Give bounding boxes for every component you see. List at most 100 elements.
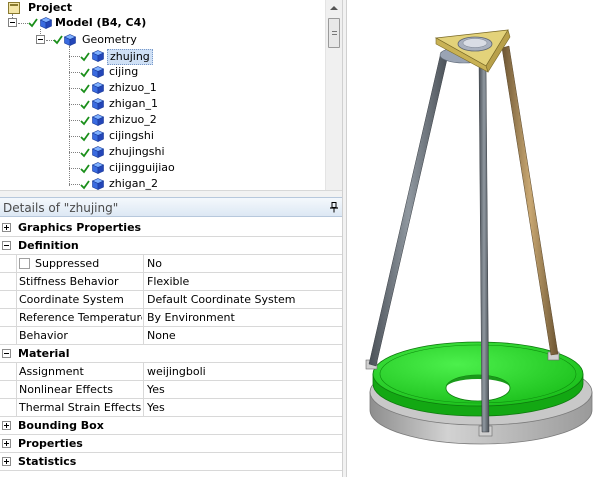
body-cube-icon (92, 66, 104, 78)
suppressed-checkbox[interactable] (19, 258, 30, 269)
geometry-icon (64, 34, 76, 46)
property-name: Thermal Strain Effects (16, 399, 142, 416)
tree-connector (69, 104, 80, 105)
viewport-splitter[interactable] (342, 0, 347, 477)
property-value[interactable]: By Environment (143, 309, 342, 326)
group-bounding-box[interactable]: Bounding Box (0, 417, 342, 435)
ok-check-icon (80, 132, 90, 142)
property-name: Suppressed (16, 255, 142, 272)
property-value[interactable]: Flexible (143, 273, 342, 290)
details-title: Details of "zhujing" (3, 201, 119, 215)
left-strut[interactable] (368, 51, 449, 367)
property-name: Assignment (16, 363, 142, 380)
group-statistics[interactable]: Statistics (0, 453, 342, 471)
group-definition[interactable]: Definition (0, 237, 342, 255)
ok-check-icon (53, 35, 63, 45)
ok-check-icon (28, 18, 38, 28)
body-cube-icon (92, 82, 104, 94)
group-label: Graphics Properties (18, 221, 142, 234)
property-name: Behavior (16, 327, 142, 344)
model-label: Model (B4, C4) (55, 16, 147, 29)
tree-connector (69, 56, 80, 57)
collapse-geometry-icon[interactable] (36, 35, 45, 44)
property-value[interactable]: Default Coordinate System (143, 291, 342, 308)
group-label: Definition (18, 239, 79, 252)
property-row-suppressed[interactable]: Suppressed No (0, 255, 342, 273)
group-properties[interactable]: Properties (0, 435, 342, 453)
property-row-thermal-strain[interactable]: Thermal Strain Effects Yes (0, 399, 342, 417)
body-cube-icon (92, 114, 104, 126)
body-label: cijingguijiao (109, 161, 175, 174)
property-row-assignment[interactable]: Assignment weijingboli (0, 363, 342, 381)
ok-check-icon (80, 164, 90, 174)
group-label: Properties (18, 437, 83, 450)
collapse-icon[interactable] (2, 241, 11, 250)
property-row-stiffness[interactable]: Stiffness Behavior Flexible (0, 273, 342, 291)
expand-icon[interactable] (2, 421, 11, 430)
project-label: Project (28, 1, 73, 14)
body-label: zhujingshi (109, 145, 165, 158)
property-value[interactable]: weijingboli (143, 363, 342, 380)
body-label: cijing (109, 65, 139, 78)
body-label: zhizuo_2 (109, 113, 157, 126)
collapse-icon[interactable] (2, 349, 11, 358)
group-graphics-properties[interactable]: Graphics Properties (0, 219, 342, 237)
group-material[interactable]: Material (0, 345, 342, 363)
right-strut[interactable] (501, 45, 559, 356)
pin-icon[interactable] (329, 202, 339, 213)
details-header: Details of "zhujing" (0, 197, 342, 217)
expand-icon[interactable] (2, 223, 11, 232)
property-name-text: Suppressed (35, 257, 100, 270)
property-value[interactable]: None (143, 327, 342, 344)
property-name: Reference Temperature (16, 309, 142, 326)
body-cube-icon (92, 50, 104, 62)
ok-check-icon (80, 68, 90, 78)
property-value[interactable]: Yes (143, 381, 342, 398)
group-label: Bounding Box (18, 419, 104, 432)
geometry-label: Geometry (82, 33, 137, 46)
project-icon (8, 2, 20, 14)
body-cube-icon (92, 162, 104, 174)
model-render[interactable] (348, 0, 598, 477)
collapse-model-icon[interactable] (8, 18, 17, 27)
body-cube-icon (92, 178, 104, 190)
tree-connector (69, 168, 80, 169)
body-cube-icon (92, 146, 104, 158)
tree-connector (69, 136, 80, 137)
body-label: zhigan_1 (109, 97, 158, 110)
expand-icon[interactable] (2, 457, 11, 466)
expand-icon[interactable] (2, 439, 11, 448)
tree-connector (69, 72, 80, 73)
scroll-thumb[interactable] (328, 18, 340, 48)
property-row-behavior[interactable]: Behavior None (0, 327, 342, 345)
property-value[interactable]: No (143, 255, 342, 272)
property-value[interactable]: Yes (143, 399, 342, 416)
property-name: Coordinate System (16, 291, 142, 308)
tree-connector (69, 184, 80, 185)
graphics-viewport[interactable] (348, 0, 598, 477)
panel-splitter[interactable] (0, 190, 342, 197)
tree-connector (69, 88, 80, 89)
property-row-nonlinear-effects[interactable]: Nonlinear Effects Yes (0, 381, 342, 399)
scroll-up-arrow-icon[interactable] (326, 0, 342, 17)
ok-check-icon (80, 84, 90, 94)
outline-tree: Project Model (B4, C4) Geometry zhujing c… (0, 0, 342, 190)
body-cube-icon (92, 130, 104, 142)
body-label: cijingshi (109, 129, 154, 142)
property-row-coordinate-system[interactable]: Coordinate System Default Coordinate Sys… (0, 291, 342, 309)
property-row-reference-temperature[interactable]: Reference Temperature By Environment (0, 309, 342, 327)
tree-connector (18, 23, 28, 24)
bore-highlight (462, 38, 488, 48)
property-name: Stiffness Behavior (16, 273, 142, 290)
group-label: Material (18, 347, 70, 360)
tree-scrollbar[interactable] (325, 0, 342, 190)
ok-check-icon (80, 116, 90, 126)
model-cube-icon (40, 17, 52, 29)
group-label: Statistics (18, 455, 77, 468)
tree-connector (69, 152, 80, 153)
body-label: zhigan_2 (109, 177, 158, 190)
body-label: zhizuo_1 (109, 81, 157, 94)
ok-check-icon (80, 180, 90, 190)
body-cube-icon (92, 98, 104, 110)
ok-check-icon (80, 52, 90, 62)
